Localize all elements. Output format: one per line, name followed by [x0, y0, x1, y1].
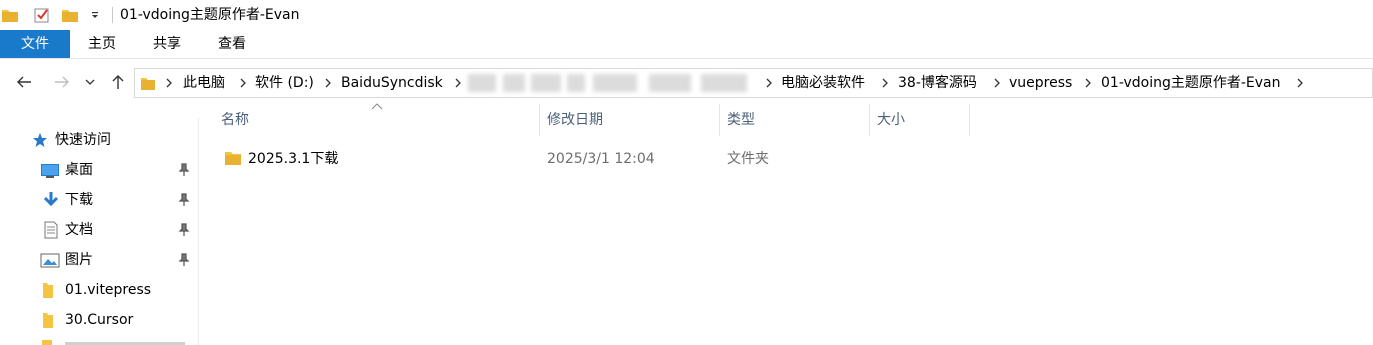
column-header-name[interactable]: 名称: [221, 103, 249, 137]
chevron-right-icon[interactable]: [238, 78, 248, 88]
chevron-right-icon[interactable]: [764, 78, 774, 88]
file-row[interactable]: 2025.3.1下载 2025/3/1 12:04 文件夹: [218, 144, 978, 174]
title-divider: [112, 7, 113, 23]
column-divider[interactable]: [969, 104, 970, 136]
folder-icon: [43, 283, 53, 298]
chevron-right-icon[interactable]: [164, 78, 174, 88]
pin-icon[interactable]: [178, 253, 190, 267]
back-button[interactable]: [12, 70, 36, 94]
chevron-right-icon[interactable]: [992, 78, 1002, 88]
download-icon: [43, 192, 59, 207]
chevron-right-icon[interactable]: [1295, 78, 1305, 88]
ribbon: 文件 主页 共享 查看: [0, 30, 1373, 59]
tab-view[interactable]: 查看: [210, 30, 254, 58]
chevron-right-icon[interactable]: [453, 78, 463, 88]
document-icon: [44, 221, 58, 239]
nav-item-downloads[interactable]: 下载: [0, 185, 198, 215]
title-bar: 01-vdoing主题原作者-Evan: [0, 0, 1373, 30]
chevron-right-icon[interactable]: [1083, 78, 1093, 88]
arrow-up-icon: [112, 75, 124, 89]
folder-icon: [2, 10, 18, 22]
navigation-pane: 快速访问 桌面 下载 文档 图片 01.vitepress 30.Cursor: [0, 118, 199, 345]
chevron-right-icon[interactable]: [880, 78, 890, 88]
new-folder-icon[interactable]: [62, 8, 78, 22]
sort-ascending-icon: [371, 103, 383, 110]
pin-icon[interactable]: [178, 163, 190, 177]
nav-item-cursor[interactable]: 30.Cursor: [0, 305, 198, 335]
window-title: 01-vdoing主题原作者-Evan: [120, 7, 300, 23]
breadcrumb-drive-d[interactable]: 软件 (D:): [255, 69, 314, 97]
breadcrumb-essential-software[interactable]: 电脑必装软件: [781, 69, 865, 97]
nav-item-vitepress[interactable]: 01.vitepress: [0, 275, 198, 305]
file-type: 文件夹: [727, 151, 769, 167]
column-divider[interactable]: [869, 104, 870, 136]
tab-home[interactable]: 主页: [80, 30, 124, 58]
tab-file[interactable]: 文件: [0, 30, 70, 58]
chevron-down-icon: [85, 79, 95, 85]
address-bar[interactable]: 此电脑 软件 (D:) BaiduSyncdisk 电脑必装软件 38-博客源码…: [134, 68, 1373, 98]
nav-item-partial: [42, 340, 192, 345]
nav-item-label: 30.Cursor: [65, 312, 134, 328]
folder-icon: [141, 78, 155, 90]
nav-item-label: 下载: [65, 192, 93, 208]
nav-item-desktop[interactable]: 桌面: [0, 155, 198, 185]
breadcrumb-current-folder[interactable]: 01-vdoing主题原作者-Evan: [1101, 69, 1281, 97]
up-button[interactable]: [106, 70, 130, 94]
pictures-icon: [40, 253, 60, 268]
breadcrumb-vuepress[interactable]: vuepress: [1009, 69, 1072, 97]
quick-access-toolbar: [2, 0, 100, 30]
desktop-icon: [41, 164, 59, 178]
pin-icon[interactable]: [178, 193, 190, 207]
breadcrumb-baidusyncdisk[interactable]: BaiduSyncdisk: [341, 69, 443, 97]
breadcrumb-this-pc[interactable]: 此电脑: [183, 69, 225, 97]
address-row: 此电脑 软件 (D:) BaiduSyncdisk 电脑必装软件 38-博客源码…: [0, 64, 1373, 100]
nav-quick-access[interactable]: 快速访问: [0, 125, 198, 155]
breadcrumb-blog-source[interactable]: 38-博客源码: [898, 69, 977, 97]
column-header-date[interactable]: 修改日期: [547, 103, 603, 137]
star-icon: [33, 133, 47, 147]
customize-toolbar-icon[interactable]: [90, 10, 100, 20]
column-divider[interactable]: [539, 104, 540, 136]
folder-icon: [43, 313, 53, 328]
column-divider[interactable]: [719, 104, 720, 136]
nav-item-label: 图片: [65, 252, 93, 268]
nav-item-pictures[interactable]: 图片: [0, 245, 198, 275]
folder-icon: [225, 152, 241, 165]
nav-quick-access-label: 快速访问: [55, 132, 111, 148]
nav-item-documents[interactable]: 文档: [0, 215, 198, 245]
nav-item-label: 01.vitepress: [65, 282, 152, 298]
properties-icon[interactable]: [34, 7, 50, 23]
chevron-right-icon[interactable]: [323, 78, 333, 88]
column-header-size[interactable]: 大小: [877, 103, 905, 137]
column-header-type[interactable]: 类型: [727, 103, 755, 137]
forward-button[interactable]: [50, 70, 74, 94]
arrow-right-icon: [55, 76, 69, 88]
pin-icon[interactable]: [178, 223, 190, 237]
file-date: 2025/3/1 12:04: [547, 151, 655, 167]
nav-item-label: 桌面: [65, 162, 93, 178]
file-name: 2025.3.1下载: [248, 151, 339, 167]
arrow-left-icon: [17, 76, 31, 88]
nav-item-label: 文档: [65, 222, 93, 238]
tab-share[interactable]: 共享: [145, 30, 189, 58]
recent-locations-button[interactable]: [80, 70, 100, 94]
